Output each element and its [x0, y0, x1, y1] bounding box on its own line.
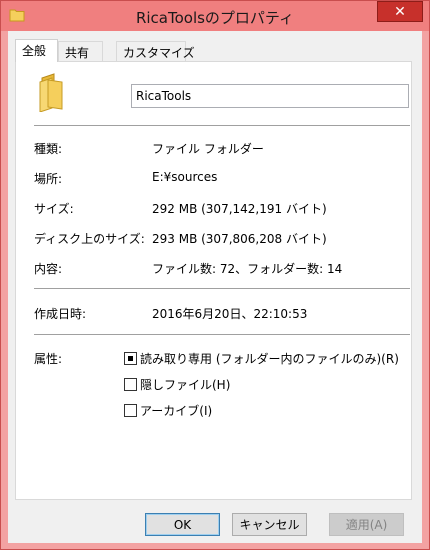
- disk-size-label: ディスク上のサイズ:: [34, 232, 145, 246]
- created-value: 2016年6月20日、22:10:53: [152, 307, 308, 321]
- dialog-body: 全般 共有 カスタマイズ RicaTools 種類: ファイル フォルダー 場所…: [8, 31, 422, 543]
- archive-label: アーカイブ(I): [140, 404, 213, 418]
- contents-value: ファイル数: 72、フォルダー数: 14: [152, 262, 343, 276]
- hidden-checkbox[interactable]: [124, 378, 137, 391]
- location-value: E:¥sources: [152, 170, 218, 184]
- type-label: 種類:: [34, 142, 63, 156]
- readonly-checkbox[interactable]: [124, 352, 137, 365]
- archive-checkbox[interactable]: [124, 404, 137, 417]
- attributes-label: 属性:: [34, 352, 63, 366]
- apply-button[interactable]: 適用(A): [329, 513, 404, 536]
- disk-size-value: 293 MB (307,806,208 バイト): [152, 232, 327, 246]
- archive-checkbox-row[interactable]: アーカイブ(I): [124, 402, 212, 418]
- readonly-label: 読み取り専用 (フォルダー内のファイルのみ)(R): [140, 352, 399, 366]
- folder-name-input[interactable]: RicaTools: [131, 84, 409, 108]
- divider: [34, 125, 410, 126]
- close-button[interactable]: ✕: [377, 1, 423, 22]
- tab-sharing[interactable]: 共有: [58, 41, 103, 61]
- divider: [34, 334, 410, 335]
- cancel-button[interactable]: キャンセル: [232, 513, 307, 536]
- general-panel: RicaTools 種類: ファイル フォルダー 場所: E:¥sources …: [15, 61, 412, 500]
- window-title: RicaToolsのプロパティ: [135, 9, 295, 27]
- type-value: ファイル フォルダー: [152, 142, 264, 156]
- ok-button[interactable]: OK: [145, 513, 220, 536]
- folder-icon: [39, 73, 63, 112]
- properties-window: RicaToolsのプロパティ ✕ 全般 共有 カスタマイズ RicaTools…: [0, 0, 430, 550]
- hidden-label: 隠しファイル(H): [140, 378, 231, 392]
- tab-general[interactable]: 全般: [15, 39, 58, 62]
- size-value: 292 MB (307,142,191 バイト): [152, 202, 327, 216]
- size-label: サイズ:: [34, 202, 74, 216]
- title-bar[interactable]: RicaToolsのプロパティ ✕: [1, 1, 429, 31]
- tab-customize[interactable]: カスタマイズ: [116, 41, 195, 61]
- created-label: 作成日時:: [34, 307, 87, 321]
- divider: [34, 288, 410, 289]
- location-label: 場所:: [34, 172, 63, 186]
- close-icon: ✕: [394, 3, 406, 20]
- hidden-checkbox-row[interactable]: 隠しファイル(H): [124, 376, 230, 392]
- readonly-checkbox-row[interactable]: 読み取り専用 (フォルダー内のファイルのみ)(R): [124, 350, 399, 366]
- contents-label: 内容:: [34, 262, 63, 276]
